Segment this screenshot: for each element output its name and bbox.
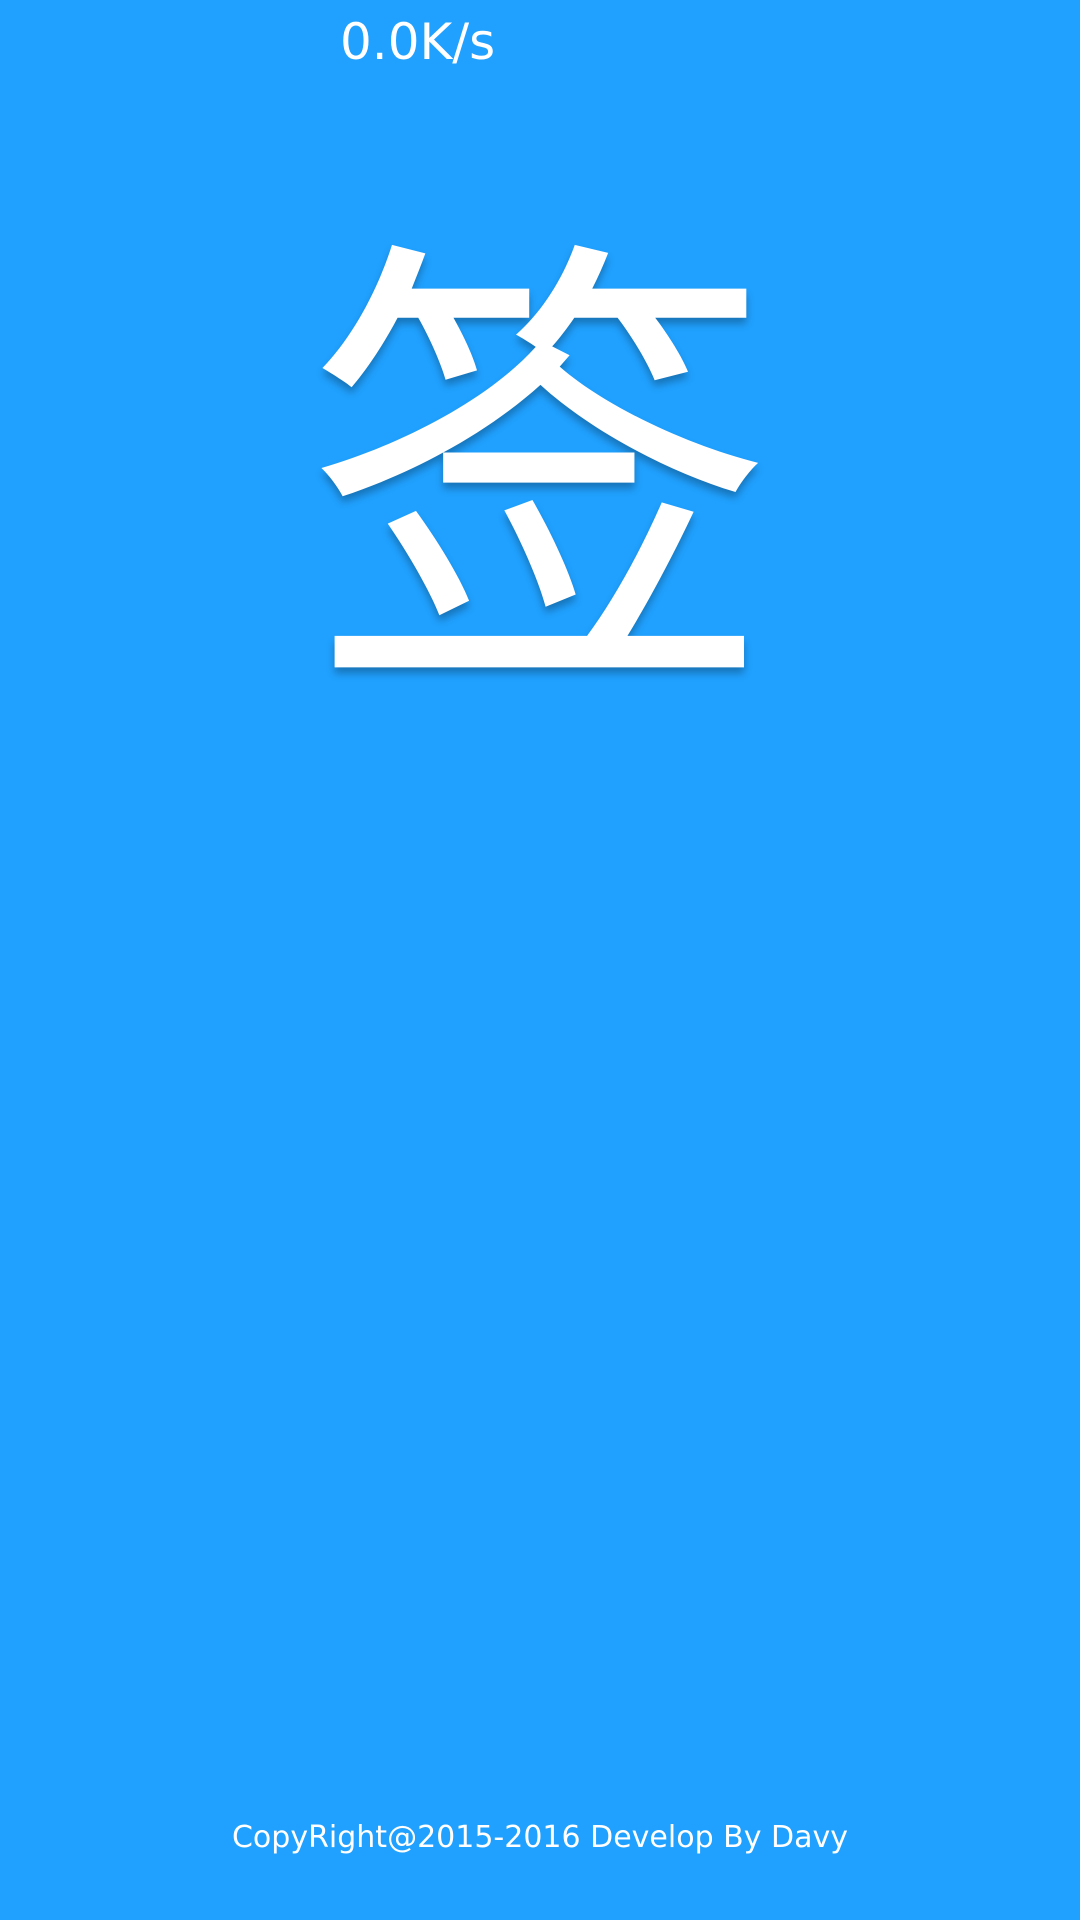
copyright-footer: CopyRight@2015-2016 Develop By Davy	[231, 1820, 849, 1855]
app-logo-character: 签	[305, 206, 775, 753]
network-speed-indicator: 0.0K/s	[340, 13, 496, 71]
splash-screen: 0.0K/s 签 CopyRight@2015-2016 Develop By …	[0, 0, 1080, 1920]
